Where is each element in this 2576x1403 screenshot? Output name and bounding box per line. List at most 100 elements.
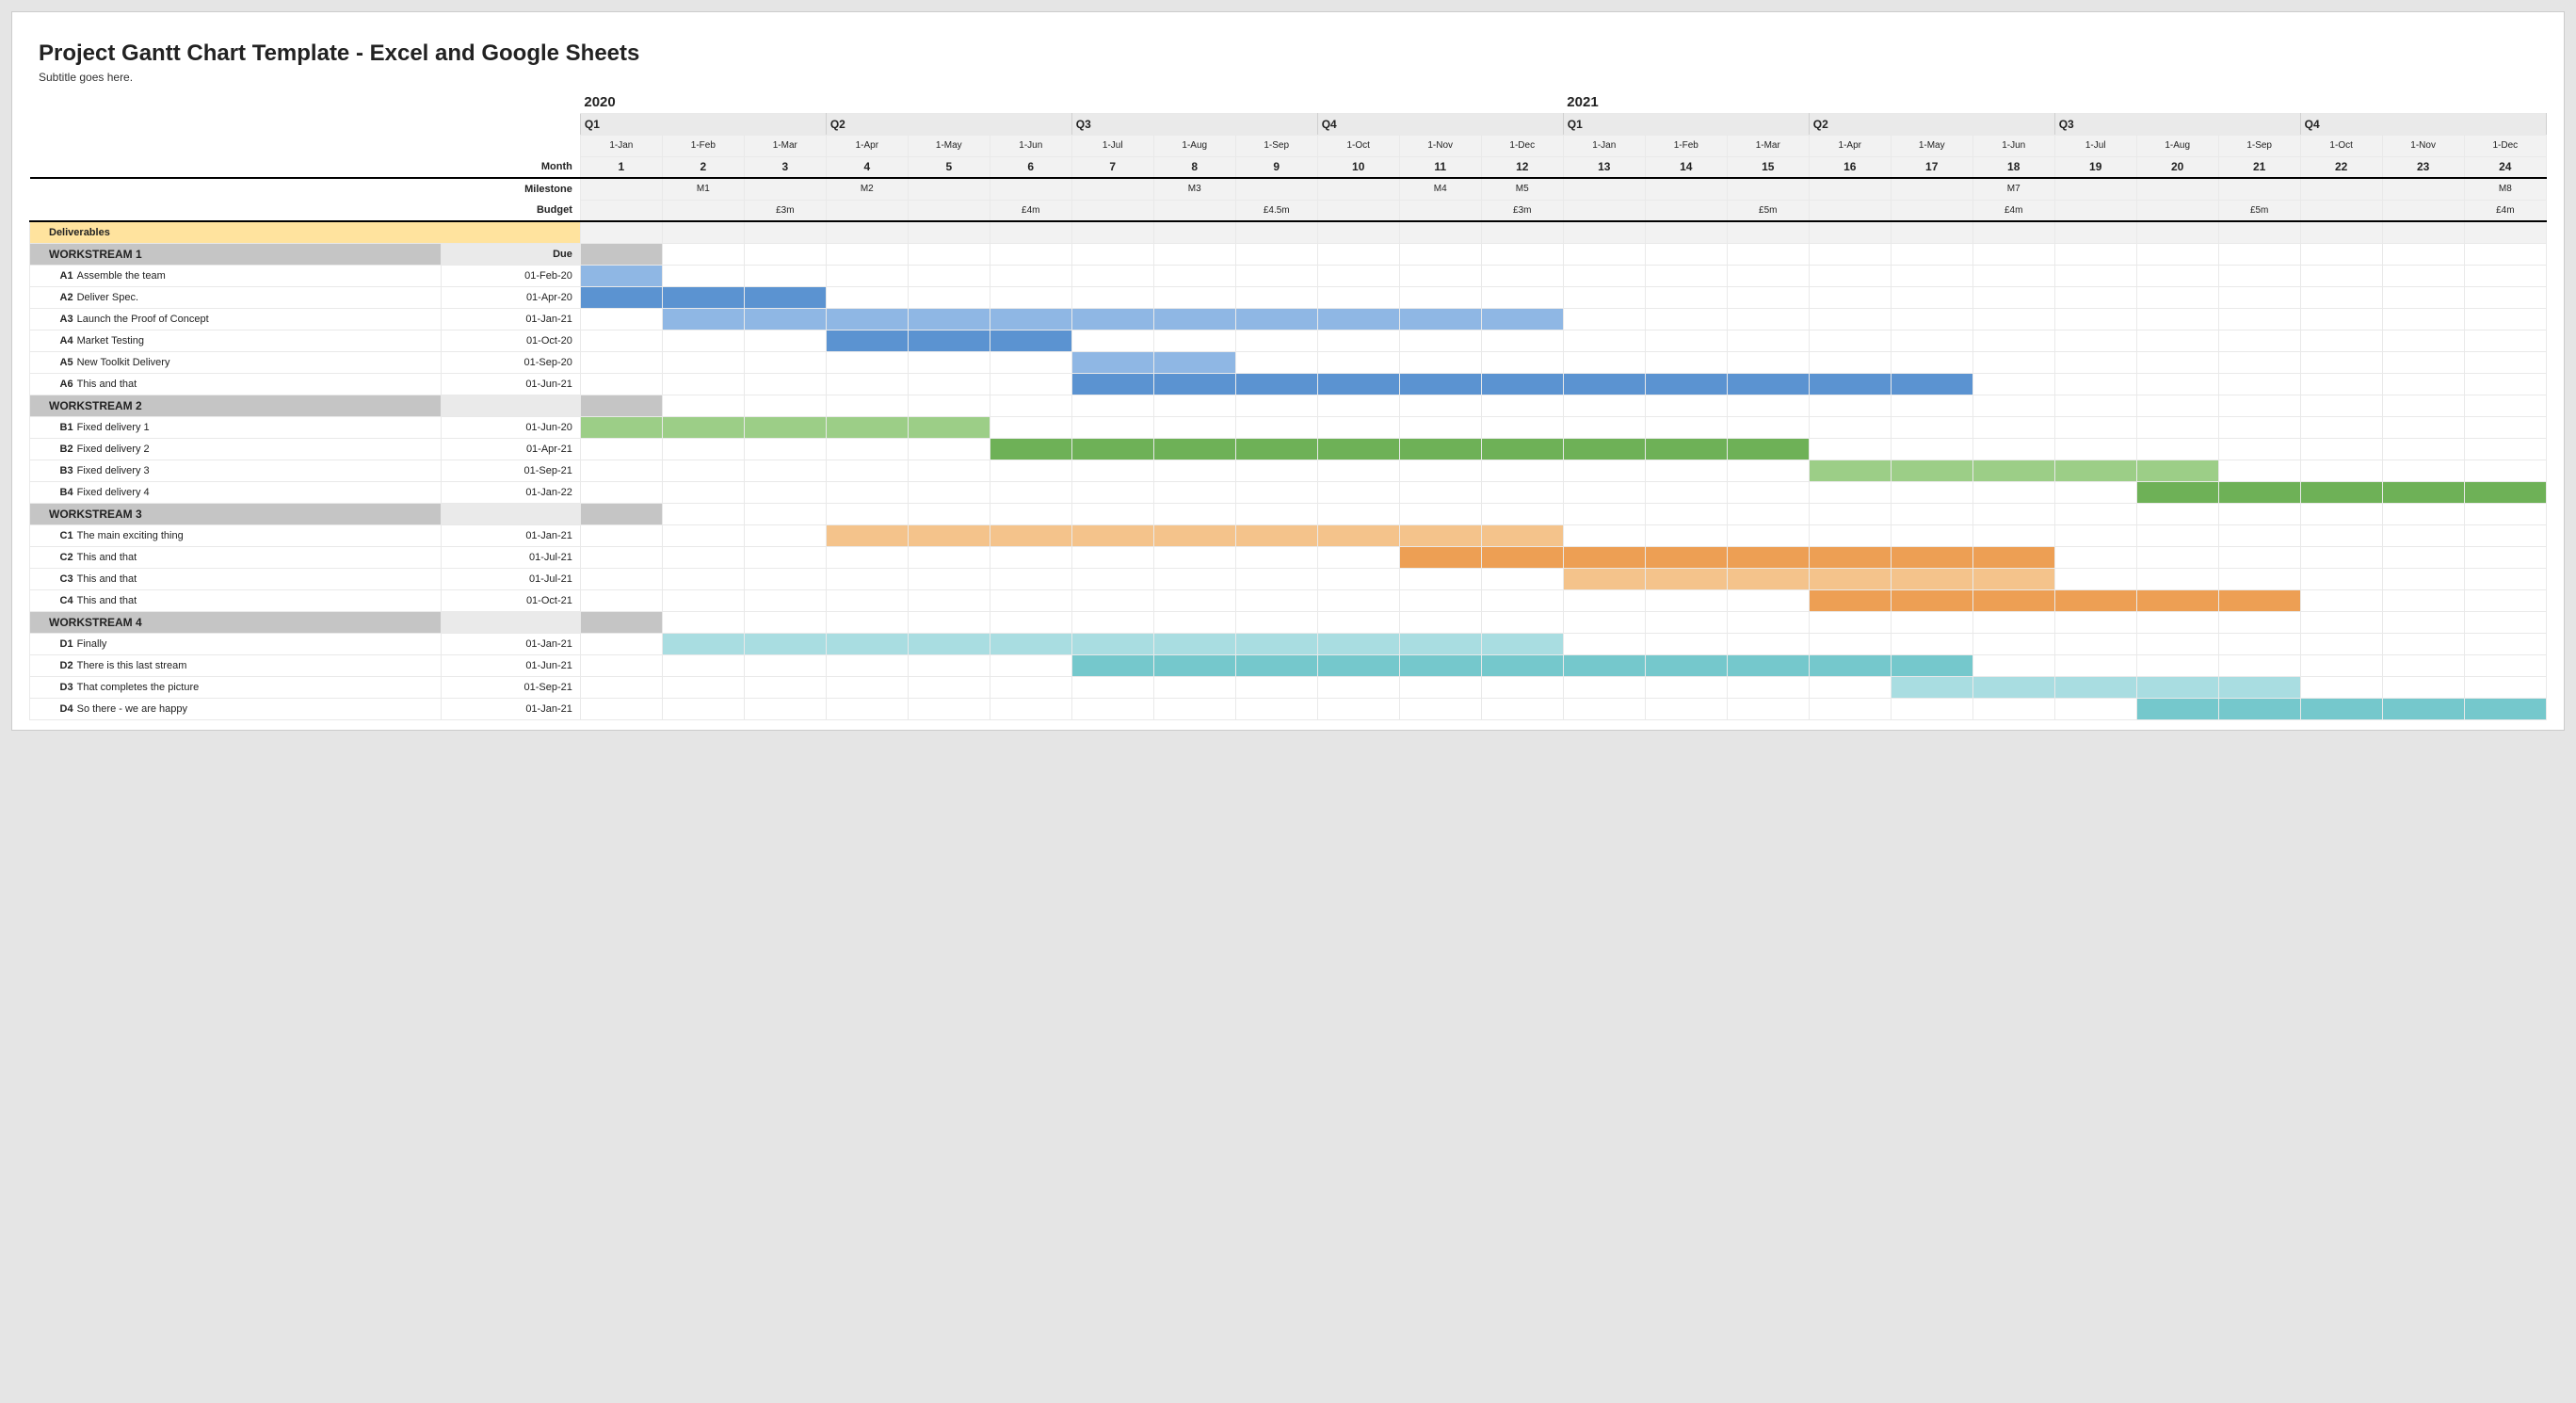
gantt-cell[interactable] xyxy=(2218,416,2300,438)
gantt-cell[interactable] xyxy=(2136,460,2218,481)
gantt-cell[interactable] xyxy=(1972,373,2054,395)
task-id[interactable]: A5 xyxy=(30,351,75,373)
gantt-cell[interactable] xyxy=(1071,698,1153,719)
gantt-cell[interactable] xyxy=(826,438,908,460)
gantt-cell[interactable] xyxy=(2464,460,2546,481)
gantt-cell[interactable] xyxy=(1235,286,1317,308)
gantt-cell[interactable] xyxy=(1645,373,1727,395)
gantt-cell[interactable] xyxy=(990,676,1071,698)
gantt-cell[interactable] xyxy=(1071,351,1153,373)
gantt-cell[interactable] xyxy=(1972,481,2054,503)
gantt-cell[interactable] xyxy=(990,460,1071,481)
gantt-cell[interactable] xyxy=(826,546,908,568)
task-id[interactable]: C3 xyxy=(30,568,75,589)
gantt-cell[interactable] xyxy=(1399,481,1481,503)
gantt-cell[interactable] xyxy=(1235,676,1317,698)
gantt-cell[interactable] xyxy=(1153,265,1235,286)
gantt-cell[interactable] xyxy=(1317,654,1399,676)
gantt-cell[interactable] xyxy=(2054,654,2136,676)
gantt-cell[interactable] xyxy=(1645,308,1727,330)
gantt-cell[interactable] xyxy=(1645,265,1727,286)
gantt-cell[interactable] xyxy=(1727,265,1809,286)
task-name[interactable]: Fixed delivery 1 xyxy=(75,416,442,438)
gantt-cell[interactable] xyxy=(1809,698,1891,719)
gantt-cell[interactable] xyxy=(662,676,744,698)
gantt-cell[interactable] xyxy=(1399,330,1481,351)
gantt-cell[interactable] xyxy=(908,265,990,286)
gantt-cell[interactable] xyxy=(1563,698,1645,719)
gantt-cell[interactable] xyxy=(2382,589,2464,611)
gantt-cell[interactable] xyxy=(1317,330,1399,351)
gantt-cell[interactable] xyxy=(1153,460,1235,481)
gantt-cell[interactable] xyxy=(1972,654,2054,676)
gantt-cell[interactable] xyxy=(2382,438,2464,460)
gantt-cell[interactable] xyxy=(908,654,990,676)
gantt-cell[interactable] xyxy=(1645,568,1727,589)
gantt-cell[interactable] xyxy=(1891,416,1972,438)
gantt-cell[interactable] xyxy=(2464,416,2546,438)
gantt-cell[interactable] xyxy=(1317,568,1399,589)
gantt-cell[interactable] xyxy=(2136,654,2218,676)
gantt-cell[interactable] xyxy=(580,308,662,330)
gantt-cell[interactable] xyxy=(826,265,908,286)
gantt-cell[interactable] xyxy=(1972,568,2054,589)
gantt-cell[interactable] xyxy=(1071,265,1153,286)
gantt-cell[interactable] xyxy=(1071,308,1153,330)
gantt-cell[interactable] xyxy=(580,546,662,568)
gantt-cell[interactable] xyxy=(2136,589,2218,611)
gantt-cell[interactable] xyxy=(1809,568,1891,589)
gantt-cell[interactable] xyxy=(1563,265,1645,286)
gantt-cell[interactable] xyxy=(2464,438,2546,460)
gantt-cell[interactable] xyxy=(1563,416,1645,438)
gantt-cell[interactable] xyxy=(1317,546,1399,568)
gantt-cell[interactable] xyxy=(1399,351,1481,373)
task-due[interactable]: 01-Jan-21 xyxy=(441,524,580,546)
gantt-cell[interactable] xyxy=(2300,351,2382,373)
gantt-cell[interactable] xyxy=(1891,698,1972,719)
gantt-cell[interactable] xyxy=(1399,373,1481,395)
gantt-cell[interactable] xyxy=(2054,524,2136,546)
gantt-cell[interactable] xyxy=(662,633,744,654)
gantt-cell[interactable] xyxy=(1153,546,1235,568)
gantt-cell[interactable] xyxy=(2054,373,2136,395)
task-due[interactable]: 01-Oct-20 xyxy=(441,330,580,351)
gantt-cell[interactable] xyxy=(744,438,826,460)
gantt-cell[interactable] xyxy=(662,481,744,503)
gantt-cell[interactable] xyxy=(744,698,826,719)
gantt-cell[interactable] xyxy=(1891,351,1972,373)
gantt-cell[interactable] xyxy=(1645,351,1727,373)
gantt-cell[interactable] xyxy=(1727,416,1809,438)
gantt-cell[interactable] xyxy=(990,416,1071,438)
gantt-cell[interactable] xyxy=(1235,546,1317,568)
task-due[interactable]: 01-Jun-21 xyxy=(441,654,580,676)
task-name[interactable]: Fixed delivery 4 xyxy=(75,481,442,503)
gantt-cell[interactable] xyxy=(1317,373,1399,395)
gantt-cell[interactable] xyxy=(1891,308,1972,330)
gantt-cell[interactable] xyxy=(2054,265,2136,286)
gantt-cell[interactable] xyxy=(1563,524,1645,546)
gantt-cell[interactable] xyxy=(744,654,826,676)
gantt-cell[interactable] xyxy=(1972,308,2054,330)
task-due[interactable]: 01-Oct-21 xyxy=(441,589,580,611)
gantt-cell[interactable] xyxy=(744,524,826,546)
task-id[interactable]: B2 xyxy=(30,438,75,460)
gantt-cell[interactable] xyxy=(826,654,908,676)
gantt-cell[interactable] xyxy=(826,633,908,654)
gantt-cell[interactable] xyxy=(2382,654,2464,676)
gantt-cell[interactable] xyxy=(1399,589,1481,611)
gantt-cell[interactable] xyxy=(2054,416,2136,438)
gantt-cell[interactable] xyxy=(1153,286,1235,308)
gantt-cell[interactable] xyxy=(1235,416,1317,438)
gantt-cell[interactable] xyxy=(826,676,908,698)
task-name[interactable]: Fixed delivery 2 xyxy=(75,438,442,460)
gantt-cell[interactable] xyxy=(826,698,908,719)
gantt-cell[interactable] xyxy=(744,481,826,503)
gantt-cell[interactable] xyxy=(826,589,908,611)
gantt-cell[interactable] xyxy=(2054,546,2136,568)
gantt-cell[interactable] xyxy=(826,568,908,589)
gantt-cell[interactable] xyxy=(1645,676,1727,698)
gantt-cell[interactable] xyxy=(580,265,662,286)
gantt-cell[interactable] xyxy=(662,330,744,351)
gantt-cell[interactable] xyxy=(1399,286,1481,308)
gantt-cell[interactable] xyxy=(2464,373,2546,395)
